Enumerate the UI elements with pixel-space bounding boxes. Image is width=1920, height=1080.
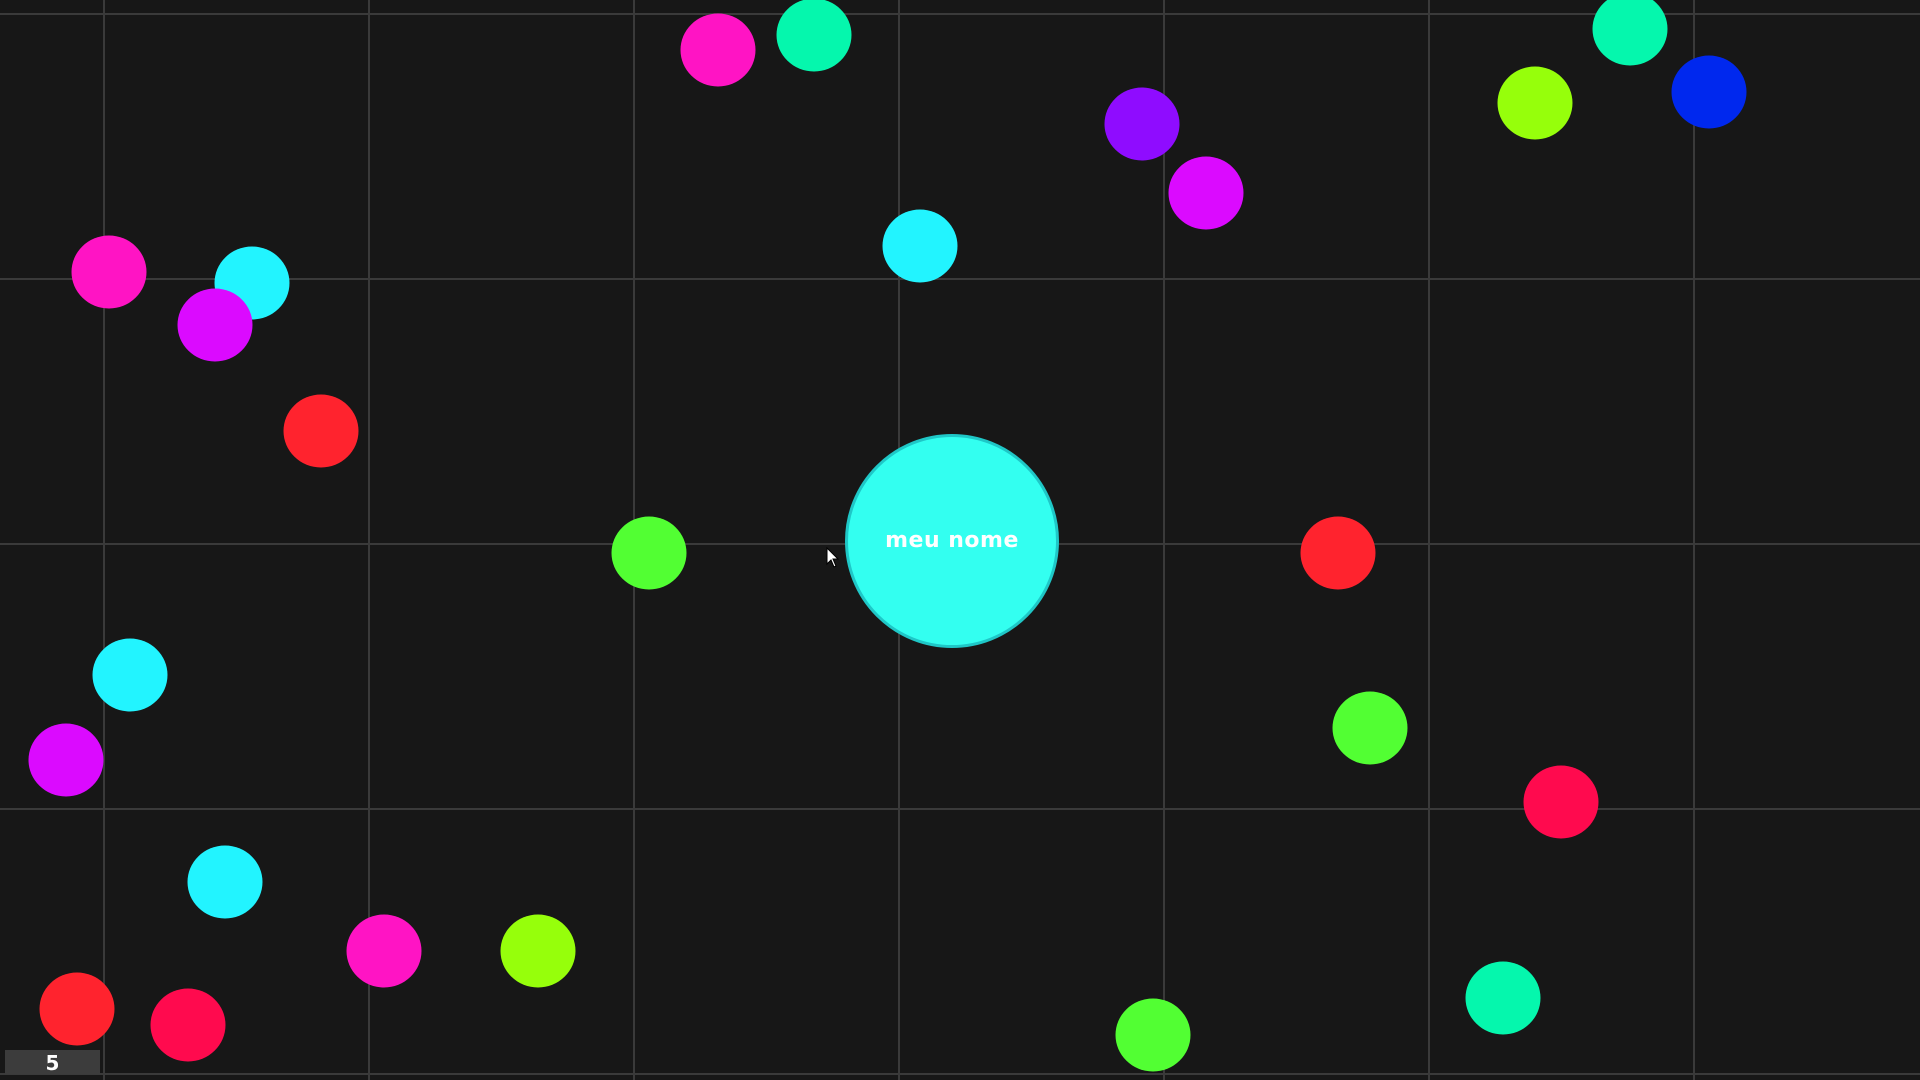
food-pellet [71, 235, 147, 309]
food-pellet [611, 516, 687, 590]
player-cell: meu nome [845, 434, 1059, 648]
food-pellet [177, 288, 253, 362]
food-pellet [92, 638, 168, 712]
food-pellet [1671, 55, 1747, 129]
food-pellet [1523, 765, 1599, 839]
food-pellet [680, 13, 756, 87]
player-name-label: meu nome [885, 527, 1019, 553]
food-pellet [1115, 998, 1191, 1072]
food-pellet [1300, 516, 1376, 590]
food-pellet [1592, 0, 1668, 66]
food-pellet [1104, 87, 1180, 161]
food-pellet [150, 988, 226, 1062]
food-pellet [500, 914, 576, 988]
game-canvas[interactable]: meu nome [0, 0, 1920, 1080]
food-pellet [1497, 66, 1573, 140]
food-pellet [187, 845, 263, 919]
food-pellet [39, 972, 115, 1046]
food-pellet [776, 0, 852, 72]
score-display: 5 [5, 1050, 100, 1075]
food-pellet [1465, 961, 1541, 1035]
food-pellet [1332, 691, 1408, 765]
food-pellet [1168, 156, 1244, 230]
food-pellet [28, 723, 104, 797]
food-pellet [283, 394, 359, 468]
mouse-pointer-icon [826, 547, 840, 568]
food-pellet [346, 914, 422, 988]
food-pellet [882, 209, 958, 283]
